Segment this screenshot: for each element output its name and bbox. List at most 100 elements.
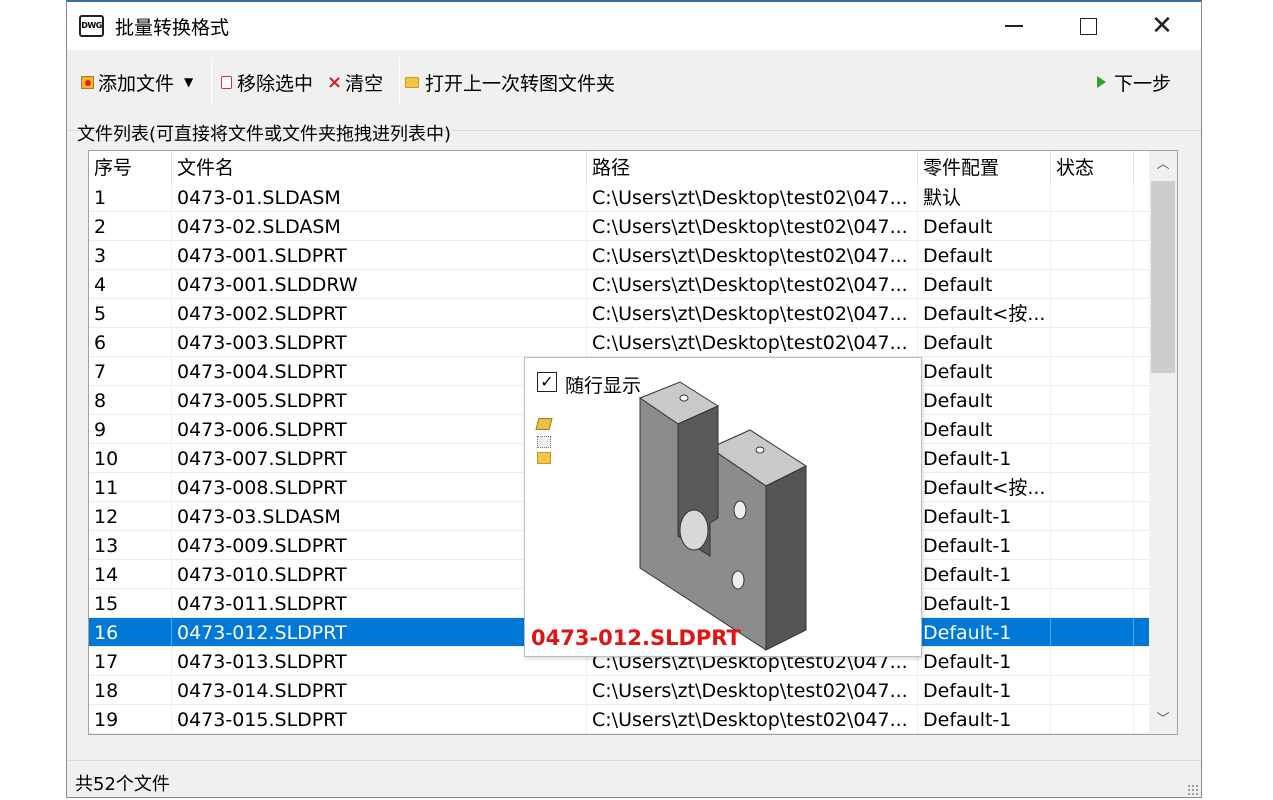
clear-button[interactable]: × 清空 bbox=[327, 68, 383, 96]
row-index: 2 bbox=[89, 212, 172, 241]
row-status bbox=[1051, 531, 1134, 560]
add-files-label: 添加文件 bbox=[98, 72, 175, 95]
row-status bbox=[1051, 560, 1134, 589]
row-status bbox=[1051, 473, 1134, 502]
row-index: 14 bbox=[89, 560, 172, 589]
title-bar: DWG 批量转换格式 ✕ bbox=[67, 2, 1201, 50]
remove-selected-label: 移除选中 bbox=[237, 72, 314, 95]
column-header-config[interactable]: 零件配置 bbox=[918, 151, 1051, 183]
row-path: C:\Users\zt\Desktop\test02\047... bbox=[587, 183, 918, 212]
row-config: Default bbox=[918, 270, 1051, 299]
maximize-button[interactable] bbox=[1051, 2, 1125, 50]
batch-convert-window: DWG 批量转换格式 ✕ 添加文件 ▼ 移除选中 × 清空 打开上一次转图文件夹… bbox=[66, 0, 1202, 798]
scrollbar-thumb[interactable] bbox=[1151, 181, 1175, 373]
minimize-icon bbox=[1005, 25, 1023, 27]
file-count-status: 共52个文件 bbox=[75, 774, 170, 795]
column-header-status[interactable]: 状态 bbox=[1051, 151, 1134, 183]
column-header-filename[interactable]: 文件名 bbox=[172, 151, 587, 183]
row-index: 4 bbox=[89, 270, 172, 299]
row-status bbox=[1051, 705, 1134, 734]
part-3d-model-image bbox=[638, 381, 808, 651]
row-status bbox=[1051, 676, 1134, 705]
row-index: 10 bbox=[89, 444, 172, 473]
row-status bbox=[1051, 444, 1134, 473]
row-filename: 0473-001.SLDPRT bbox=[172, 241, 587, 270]
table-row[interactable]: 2 0473-02.SLDASM C:\Users\zt\Desktop\test0… bbox=[89, 212, 1149, 241]
row-config: Default bbox=[918, 386, 1051, 415]
close-icon: ✕ bbox=[1151, 11, 1173, 41]
toolbar: 添加文件 ▼ 移除选中 × 清空 打开上一次转图文件夹 下一步 bbox=[67, 54, 1201, 110]
row-config: Default bbox=[918, 415, 1051, 444]
preview-file-caption: 0473-012.SLDPRT bbox=[531, 626, 741, 650]
row-config: Default-1 bbox=[918, 531, 1051, 560]
model-preview-popup: ✓ 随行显示 0473-012.SLDPRT bbox=[524, 357, 922, 657]
follow-display-checkbox[interactable]: ✓ bbox=[537, 372, 557, 392]
folder-icon bbox=[405, 76, 419, 88]
row-config: Default-1 bbox=[918, 618, 1051, 647]
row-index: 5 bbox=[89, 299, 172, 328]
table-header: 序号 文件名 路径 零件配置 状态 bbox=[89, 151, 1149, 183]
column-header-path[interactable]: 路径 bbox=[587, 151, 918, 183]
row-filename: 0473-01.SLDASM bbox=[172, 183, 587, 212]
row-index: 16 bbox=[89, 618, 172, 647]
window-title: 批量转换格式 bbox=[115, 17, 230, 39]
resize-grip-icon[interactable] bbox=[1187, 784, 1199, 796]
grid-view-icon[interactable] bbox=[537, 436, 551, 448]
toolbar-separator bbox=[211, 58, 212, 106]
row-filename: 0473-002.SLDPRT bbox=[172, 299, 587, 328]
row-config: Default bbox=[918, 241, 1051, 270]
table-row[interactable]: 3 0473-001.SLDPRT C:\Users\zt\Desktop\test… bbox=[89, 241, 1149, 270]
add-files-button[interactable]: 添加文件 ▼ bbox=[81, 68, 193, 96]
table-row[interactable]: 6 0473-003.SLDPRT C:\Users\zt\Desktop\test… bbox=[89, 328, 1149, 357]
maximize-icon bbox=[1079, 17, 1097, 35]
checkmark-icon: ✓ bbox=[540, 372, 554, 391]
status-bar: 共52个文件 bbox=[67, 760, 1201, 798]
add-file-icon bbox=[81, 75, 94, 89]
minimize-button[interactable] bbox=[977, 2, 1051, 50]
row-index: 17 bbox=[89, 647, 172, 676]
table-row[interactable]: 19 0473-015.SLDPRT C:\Users\zt\Desktop\tes… bbox=[89, 705, 1149, 734]
part-icon[interactable] bbox=[535, 418, 553, 430]
vertical-scrollbar[interactable]: ︿ ﹀ bbox=[1149, 151, 1177, 734]
row-config: Default<按... bbox=[918, 299, 1051, 328]
row-index: 13 bbox=[89, 531, 172, 560]
next-step-button[interactable]: 下一步 bbox=[1097, 68, 1171, 96]
row-index: 7 bbox=[89, 357, 172, 386]
folder-icon[interactable] bbox=[537, 452, 551, 464]
next-step-label: 下一步 bbox=[1114, 72, 1172, 95]
scroll-down-icon[interactable]: ﹀ bbox=[1149, 706, 1177, 734]
row-config: Default-1 bbox=[918, 705, 1051, 734]
remove-selected-button[interactable]: 移除选中 bbox=[221, 68, 313, 96]
row-index: 1 bbox=[89, 183, 172, 212]
row-status bbox=[1051, 386, 1134, 415]
row-index: 11 bbox=[89, 473, 172, 502]
row-status bbox=[1051, 618, 1134, 647]
row-status bbox=[1051, 357, 1134, 386]
row-index: 8 bbox=[89, 386, 172, 415]
row-index: 9 bbox=[89, 415, 172, 444]
column-header-index[interactable]: 序号 bbox=[89, 151, 172, 183]
row-config: Default<按... bbox=[918, 473, 1051, 502]
table-row[interactable]: 18 0473-014.SLDPRT C:\Users\zt\Desktop\tes… bbox=[89, 676, 1149, 705]
row-config: Default-1 bbox=[918, 560, 1051, 589]
open-last-folder-button[interactable]: 打开上一次转图文件夹 bbox=[405, 68, 615, 96]
row-path: C:\Users\zt\Desktop\test02\047... bbox=[587, 270, 918, 299]
row-config: Default bbox=[918, 357, 1051, 386]
open-last-folder-label: 打开上一次转图文件夹 bbox=[425, 72, 616, 95]
scroll-up-icon[interactable]: ︿ bbox=[1149, 151, 1177, 179]
close-button[interactable]: ✕ bbox=[1125, 2, 1199, 50]
table-row[interactable]: 4 0473-001.SLDDRW C:\Users\zt\Desktop\test… bbox=[89, 270, 1149, 299]
table-row[interactable]: 1 0473-01.SLDASM C:\Users\zt\Desktop\test0… bbox=[89, 183, 1149, 212]
row-status bbox=[1051, 328, 1134, 357]
toolbar-separator bbox=[399, 58, 400, 106]
row-filename: 0473-003.SLDPRT bbox=[172, 328, 587, 357]
row-filename: 0473-02.SLDASM bbox=[172, 212, 587, 241]
row-config: Default bbox=[918, 328, 1051, 357]
row-status bbox=[1051, 589, 1134, 618]
row-filename: 0473-014.SLDPRT bbox=[172, 676, 587, 705]
row-index: 19 bbox=[89, 705, 172, 734]
row-index: 18 bbox=[89, 676, 172, 705]
dropdown-caret-icon[interactable]: ▼ bbox=[184, 75, 193, 89]
row-status bbox=[1051, 647, 1134, 676]
table-row[interactable]: 5 0473-002.SLDPRT C:\Users\zt\Desktop\test… bbox=[89, 299, 1149, 328]
